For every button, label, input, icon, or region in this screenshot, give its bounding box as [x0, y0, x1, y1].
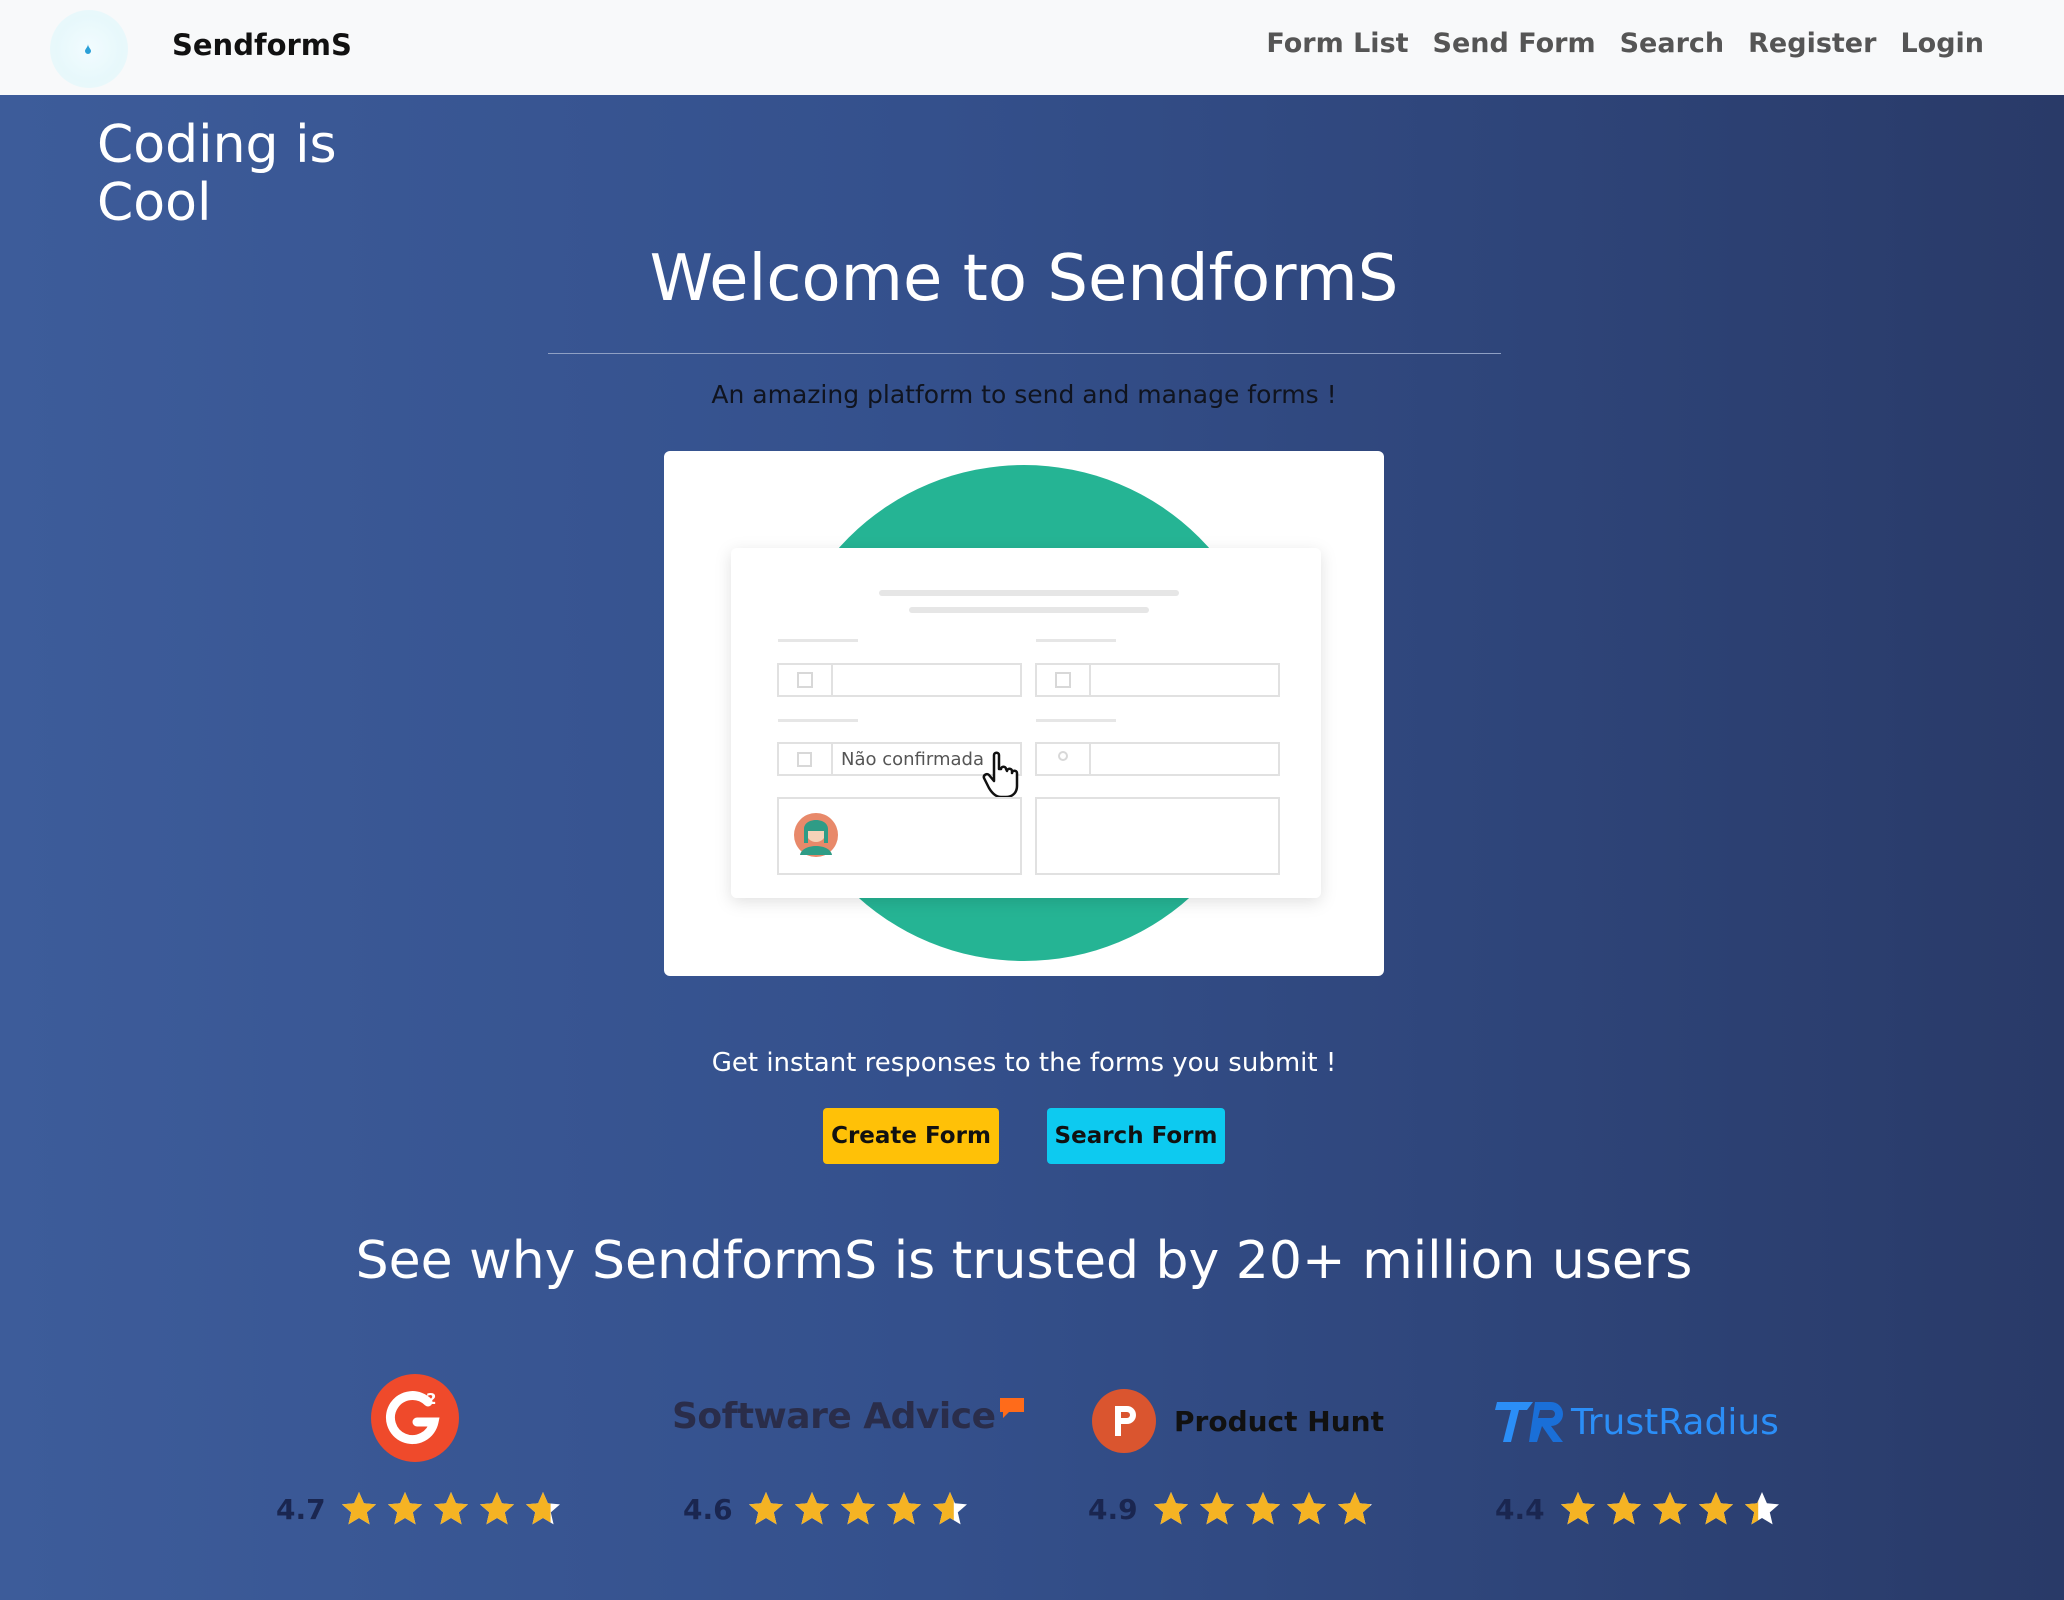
star-icon	[1652, 1492, 1687, 1525]
star-icon	[748, 1492, 783, 1525]
star-icon	[1698, 1492, 1733, 1525]
star-icon	[525, 1492, 560, 1525]
speech-bubble-icon	[1000, 1398, 1025, 1418]
trustradius-icon	[1495, 1402, 1563, 1442]
star-icon	[1245, 1492, 1280, 1525]
rating-row-g2: 4.7	[276, 1490, 570, 1528]
star-icon	[479, 1492, 514, 1525]
g2-logo: 2	[371, 1374, 459, 1466]
form-illustration: Não confirmada	[731, 465, 1321, 961]
software-advice-logo-text: Software Advice	[672, 1396, 996, 1437]
trustradius-logo-text: TrustRadius	[1571, 1401, 1779, 1443]
trusted-heading: See why SendformS is trusted by 20+ mill…	[355, 1231, 1693, 1291]
software-advice-logo: Software Advice	[672, 1396, 1027, 1437]
create-form-button[interactable]: Create Form	[823, 1108, 999, 1164]
rating-score: 4.4	[1495, 1492, 1545, 1526]
star-rating	[747, 1490, 977, 1528]
trustradius-logo: TrustRadius	[1495, 1398, 1779, 1446]
nav-link-login[interactable]: Login	[1900, 28, 1984, 59]
rating-row-product-hunt: 4.9	[1088, 1490, 1382, 1528]
page-title: Welcome to SendformS	[649, 242, 1399, 316]
divider	[548, 353, 1501, 354]
star-icon	[1744, 1492, 1779, 1525]
rating-score: 4.9	[1088, 1492, 1138, 1526]
star-rating	[1559, 1490, 1789, 1528]
star-icon	[341, 1492, 376, 1525]
rating-row-software-advice: 4.6	[683, 1490, 977, 1528]
g2-icon: 2	[371, 1374, 459, 1462]
navbar: SendformS Form List Send Form Search Reg…	[0, 0, 2064, 95]
nav-link-send-form[interactable]: Send Form	[1433, 28, 1596, 59]
rating-row-trustradius: 4.4	[1495, 1490, 1789, 1528]
product-hunt-logo: Product Hunt	[1092, 1389, 1384, 1453]
brand-name[interactable]: SendformS	[172, 28, 352, 62]
star-icon	[1560, 1492, 1595, 1525]
form-subtitle-line	[909, 607, 1149, 613]
star-icon	[387, 1492, 422, 1525]
star-icon	[1337, 1492, 1372, 1525]
hero-illustration: Não confirmada	[664, 451, 1384, 976]
star-icon	[433, 1492, 468, 1525]
nav-link-form-list[interactable]: Form List	[1266, 28, 1408, 59]
star-icon	[1291, 1492, 1326, 1525]
search-form-button[interactable]: Search Form	[1047, 1108, 1225, 1164]
nav-links: Form List Send Form Search Register Logi…	[1266, 28, 1984, 59]
rating-score: 4.6	[683, 1492, 733, 1526]
droplet-icon	[85, 44, 91, 54]
product-hunt-logo-text: Product Hunt	[1174, 1404, 1384, 1438]
field-status-text: Não confirmada	[841, 749, 984, 770]
star-icon	[932, 1492, 967, 1525]
avatar	[794, 813, 838, 857]
tagline: Coding is Cool	[97, 115, 337, 233]
nav-link-register[interactable]: Register	[1748, 28, 1876, 59]
subtitle: An amazing platform to send and manage f…	[711, 380, 1337, 409]
form-title-line	[879, 590, 1179, 596]
star-icon	[1153, 1492, 1188, 1525]
star-icon	[794, 1492, 829, 1525]
star-icon	[1606, 1492, 1641, 1525]
star-icon	[840, 1492, 875, 1525]
rating-score: 4.7	[276, 1492, 326, 1526]
product-hunt-icon	[1092, 1389, 1156, 1453]
star-rating	[1152, 1490, 1382, 1528]
nav-link-search[interactable]: Search	[1620, 28, 1725, 59]
brand-logo[interactable]	[50, 10, 128, 88]
cta-text: Get instant responses to the forms you s…	[711, 1048, 1337, 1078]
star-icon	[1199, 1492, 1234, 1525]
star-icon	[886, 1492, 921, 1525]
svg-text:2: 2	[426, 1390, 436, 1408]
star-rating	[340, 1490, 570, 1528]
